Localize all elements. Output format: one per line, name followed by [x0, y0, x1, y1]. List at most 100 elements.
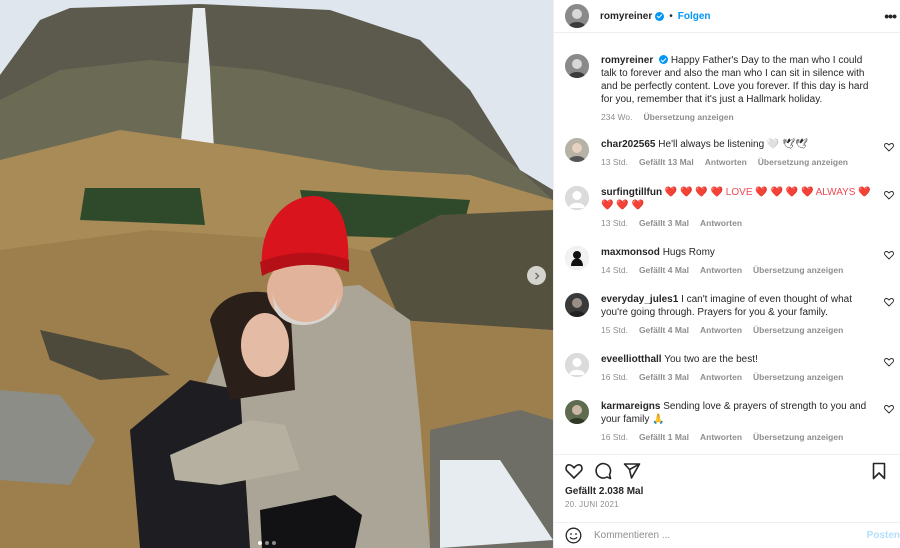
like-comment-heart-icon[interactable] [884, 297, 894, 307]
comment-meta: 13 Std. Gefällt 13 Mal Antworten Überset… [601, 156, 880, 169]
like-comment-heart-icon[interactable] [884, 250, 894, 260]
comment-time: 16 Std. [601, 372, 628, 382]
comment-avatar[interactable] [565, 246, 589, 270]
reply-button[interactable]: Antworten [700, 217, 742, 230]
comment-text: Hugs Romy [662, 247, 715, 258]
comment-likes[interactable]: Gefällt 3 Mal [639, 217, 689, 230]
comment-input[interactable] [594, 530, 834, 541]
post-comment-button[interactable]: Posten [867, 530, 900, 541]
like-count[interactable]: Gefällt 2.038 Mal [554, 486, 900, 500]
comment-username[interactable]: maxmonsod [601, 247, 660, 258]
caption-body: romyreiner Happy Father's Day to the man… [601, 54, 894, 124]
comment-meta: 16 Std. Gefällt 3 Mal Antworten Übersetz… [601, 371, 880, 384]
comments-feed[interactable]: romyreiner Happy Father's Day to the man… [554, 33, 900, 454]
heart-icon[interactable] [565, 462, 583, 480]
comment-body: surfingtillfun ❤️ ❤️ ❤️ ❤️ LOVE ❤️ ❤️ ❤️… [601, 186, 894, 230]
caption-avatar[interactable] [565, 54, 589, 78]
next-image-button[interactable] [527, 266, 546, 285]
comment-body: maxmonsod Hugs Romy 14 Std. Gefällt 4 Ma… [601, 246, 894, 277]
default-avatar-icon [565, 186, 589, 210]
comment-username[interactable]: karmareigns [601, 401, 660, 412]
paper-plane-icon[interactable] [623, 462, 641, 480]
verified-badge-icon [655, 11, 665, 21]
comment-meta: 16 Std. Gefällt 1 Mal Antworten Übersetz… [601, 431, 880, 444]
follow-button[interactable]: Folgen [678, 11, 711, 22]
comment-item: karmareigns Sending love & prayers of st… [565, 400, 894, 444]
verified-badge-icon [659, 55, 669, 64]
caption-username[interactable]: romyreiner [601, 55, 653, 66]
translate-link[interactable]: Übersetzung anzeigen [753, 264, 843, 277]
comment-username[interactable]: eveelliotthall [601, 354, 662, 365]
avatar-image [565, 400, 589, 424]
comment-likes[interactable]: Gefällt 3 Mal [639, 371, 689, 384]
comment-item: surfingtillfun ❤️ ❤️ ❤️ ❤️ LOVE ❤️ ❤️ ❤️… [565, 186, 894, 230]
comment-composer: Posten [554, 522, 900, 548]
comment-text: He'll always be listening 🤍 🕊🕊 [658, 139, 808, 150]
comment-bubble-icon[interactable] [594, 462, 612, 480]
comment-likes[interactable]: Gefällt 4 Mal [639, 324, 689, 337]
reply-button[interactable]: Antworten [700, 264, 742, 277]
post-header: romyreiner • Folgen ••• [554, 0, 900, 33]
comment-time: 16 Std. [601, 432, 628, 442]
comment-avatar[interactable] [565, 138, 589, 162]
comment-time: 14 Std. [601, 265, 628, 275]
caption-translate-link[interactable]: Übersetzung anzeigen [644, 111, 734, 124]
comment-likes[interactable]: Gefällt 13 Mal [639, 156, 694, 169]
comment-item: char202565 He'll always be listening 🤍 🕊… [565, 138, 894, 169]
smiley-icon[interactable] [565, 527, 582, 544]
comment-meta: 13 Std. Gefällt 3 Mal Antworten [601, 217, 880, 230]
like-comment-heart-icon[interactable] [884, 404, 894, 414]
like-comment-heart-icon[interactable] [884, 142, 894, 152]
comment-avatar[interactable] [565, 400, 589, 424]
comment-avatar[interactable] [565, 353, 589, 377]
comment-item: maxmonsod Hugs Romy 14 Std. Gefällt 4 Ma… [565, 246, 894, 277]
avatar-image [565, 4, 589, 28]
bookmark-icon[interactable] [870, 462, 888, 480]
caption: romyreiner Happy Father's Day to the man… [565, 54, 894, 124]
post-date: 20. JUNI 2021 [565, 500, 619, 509]
comment-time: 15 Std. [601, 325, 628, 335]
comment-avatar[interactable] [565, 293, 589, 317]
comment-body: char202565 He'll always be listening 🤍 🕊… [601, 138, 894, 169]
post-actions [554, 454, 900, 486]
comment-item: everyday_jules1 I can't imagine of even … [565, 293, 894, 337]
comment-username[interactable]: char202565 [601, 139, 656, 150]
author-avatar[interactable] [565, 4, 589, 28]
like-comment-heart-icon[interactable] [884, 357, 894, 367]
author-username[interactable]: romyreiner [600, 11, 652, 22]
comment-meta: 15 Std. Gefällt 4 Mal Antworten Übersetz… [601, 324, 880, 337]
like-comment-heart-icon[interactable] [884, 190, 894, 200]
more-options-icon[interactable]: ••• [884, 8, 897, 24]
comment-body: everyday_jules1 I can't imagine of even … [601, 293, 894, 337]
reply-button[interactable]: Antworten [700, 371, 742, 384]
comment-time: 13 Std. [601, 218, 628, 228]
carousel-dot-3 [272, 541, 276, 545]
avatar-image [565, 138, 589, 162]
carousel-dot-1 [258, 541, 262, 545]
header-separator: • [669, 10, 673, 22]
comment-likes[interactable]: Gefällt 4 Mal [639, 264, 689, 277]
avatar-image [565, 246, 589, 270]
translate-link[interactable]: Übersetzung anzeigen [753, 431, 843, 444]
avatar-image [565, 54, 589, 78]
translate-link[interactable]: Übersetzung anzeigen [753, 324, 843, 337]
post-photo[interactable] [0, 0, 553, 548]
carousel-dot-2 [265, 541, 269, 545]
chevron-right-icon [534, 272, 539, 279]
carousel-indicator [258, 541, 276, 545]
translate-link[interactable]: Übersetzung anzeigen [753, 371, 843, 384]
translate-link[interactable]: Übersetzung anzeigen [758, 156, 848, 169]
comment-likes[interactable]: Gefällt 1 Mal [639, 431, 689, 444]
comment-username[interactable]: everyday_jules1 [601, 294, 678, 305]
reply-button[interactable]: Antworten [700, 324, 742, 337]
reply-button[interactable]: Antworten [700, 431, 742, 444]
comment-text: You two are the best! [664, 354, 758, 365]
caption-meta: 234 Wo. Übersetzung anzeigen [601, 111, 880, 124]
instagram-post-modal: romyreiner • Folgen ••• romyreiner Happy… [0, 0, 900, 548]
comment-username[interactable]: surfingtillfun [601, 187, 662, 198]
comment-time: 13 Std. [601, 157, 628, 167]
default-avatar-icon [565, 353, 589, 377]
comment-avatar[interactable] [565, 186, 589, 210]
comment-meta: 14 Std. Gefällt 4 Mal Antworten Übersetz… [601, 264, 880, 277]
reply-button[interactable]: Antworten [705, 156, 747, 169]
